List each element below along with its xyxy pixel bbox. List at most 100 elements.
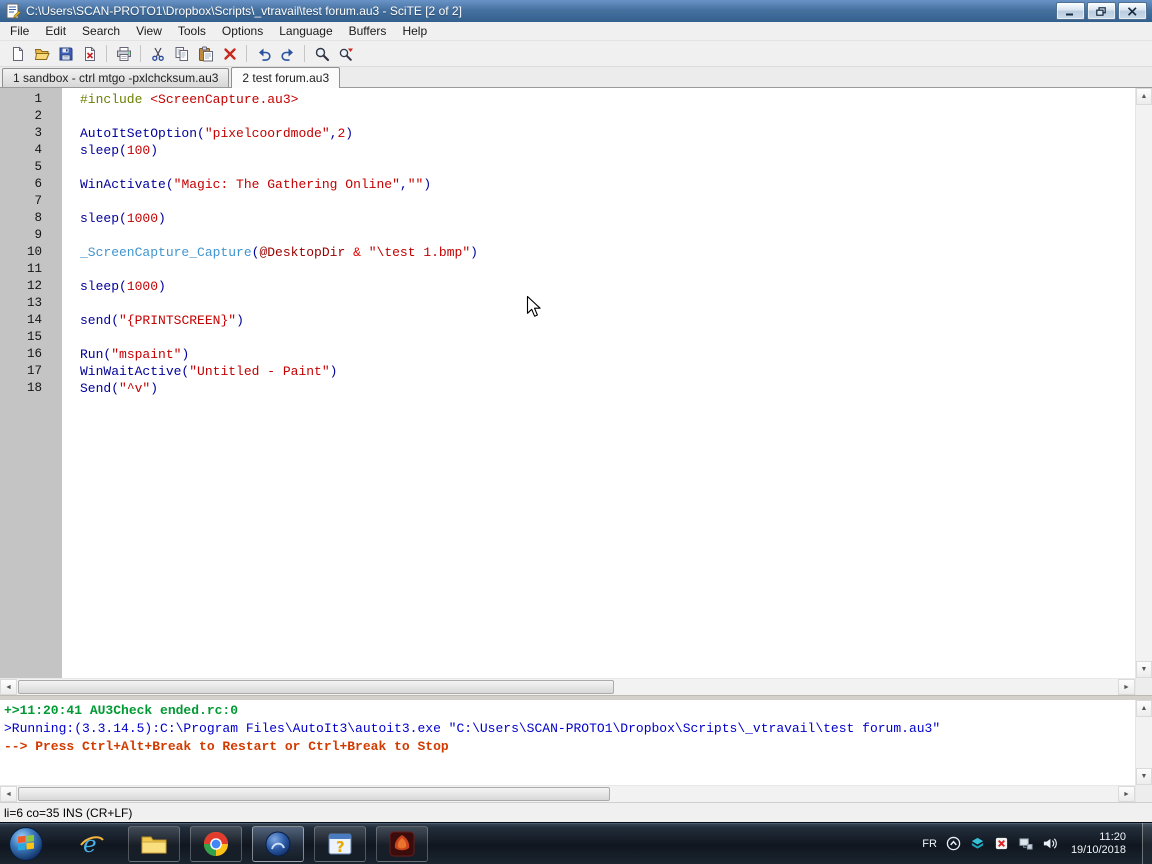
scroll-left-arrow-icon[interactable]: ◄ (0, 679, 17, 695)
toolbar-undo-button[interactable] (252, 43, 275, 65)
tab-2[interactable]: 2 test forum.au3 (231, 67, 340, 88)
close-file-icon (82, 46, 98, 62)
menu-file[interactable]: File (2, 22, 37, 40)
scrollbar-corner (1135, 678, 1152, 695)
show-hidden-icon[interactable] (946, 836, 961, 851)
line-number: 3 (0, 125, 42, 142)
volume-icon[interactable] (1042, 836, 1057, 851)
line-number: 5 (0, 159, 42, 176)
output-text[interactable]: +>11:20:41 AU3Check ended.rc:0>Running:(… (0, 700, 1135, 785)
taskbar-app-red-app[interactable] (376, 826, 428, 862)
save-icon (58, 46, 74, 62)
line-number: 11 (0, 261, 42, 278)
restore-button[interactable] (1087, 2, 1116, 20)
restore-icon (1096, 7, 1107, 16)
find-next-icon (338, 46, 354, 62)
cut-icon (150, 46, 166, 62)
tab-1[interactable]: 1 sandbox - ctrl mtgo -pxlchcksum.au3 (2, 68, 229, 87)
status-bar: li=6 co=35 INS (CR+LF) (0, 802, 1152, 822)
toolbar-separator (140, 45, 141, 62)
editor-hscroll-thumb[interactable] (18, 680, 614, 694)
red-app-icon (388, 830, 416, 858)
taskbar-app-internet-explorer[interactable]: e (66, 826, 118, 862)
tab-bar: 1 sandbox - ctrl mtgo -pxlchcksum.au32 t… (0, 67, 1152, 88)
line-number-gutter[interactable]: 123456789101112131415161718 (0, 88, 62, 678)
autoit-icon (264, 830, 292, 858)
scroll-down-arrow-icon[interactable]: ▼ (1136, 768, 1152, 785)
code-line: Run("mspaint") (80, 346, 1135, 363)
taskbar-app-autoit[interactable] (252, 826, 304, 862)
editor-hscroll-track[interactable]: ◄ ► (0, 678, 1135, 695)
chrome-icon (202, 830, 230, 858)
code-area[interactable]: #include <ScreenCapture.au3>AutoItSetOpt… (62, 88, 1135, 678)
taskbar-app-explorer[interactable] (128, 826, 180, 862)
undo-icon (256, 46, 272, 62)
explorer-icon (140, 830, 168, 858)
code-line: AutoItSetOption("pixelcoordmode",2) (80, 125, 1135, 142)
status-text: li=6 co=35 INS (CR+LF) (4, 806, 132, 820)
minimize-button[interactable] (1056, 2, 1085, 20)
output-hscroll-thumb[interactable] (18, 787, 610, 801)
network-icon[interactable] (1018, 836, 1033, 851)
menu-edit[interactable]: Edit (37, 22, 74, 40)
code-line: WinActivate("Magic: The Gathering Online… (80, 176, 1135, 193)
line-number: 12 (0, 278, 42, 295)
toolbar-open-button[interactable] (30, 43, 53, 65)
toolbar-print-button[interactable] (112, 43, 135, 65)
taskbar-app-help[interactable]: ? (314, 826, 366, 862)
toolbar-new-button[interactable] (6, 43, 29, 65)
toolbar-paste-button[interactable] (194, 43, 217, 65)
toolbar-cut-button[interactable] (146, 43, 169, 65)
menu-buffers[interactable]: Buffers (341, 22, 395, 40)
editor-vscrollbar[interactable]: ▲ ▼ (1135, 88, 1152, 678)
scroll-up-arrow-icon[interactable]: ▲ (1136, 88, 1152, 105)
toolbar-find-next-button[interactable] (334, 43, 357, 65)
taskbar: e? FR 11:20 19/10/2018 (0, 822, 1152, 864)
caption-buttons (1056, 2, 1152, 20)
clock-date: 19/10/2018 (1071, 844, 1126, 857)
language-indicator[interactable]: FR (922, 838, 937, 850)
title-bar[interactable]: C:\Users\SCAN-PROTO1\Dropbox\Scripts\_vt… (0, 0, 1152, 22)
taskbar-app-chrome[interactable] (190, 826, 242, 862)
toolbar-redo-button[interactable] (276, 43, 299, 65)
output-vscrollbar[interactable]: ▲ ▼ (1135, 700, 1152, 785)
start-button[interactable] (8, 826, 44, 862)
help-icon: ? (326, 830, 354, 858)
menu-bar: FileEditSearchViewToolsOptionsLanguageBu… (0, 22, 1152, 41)
code-line (80, 108, 1135, 125)
toolbar-save-button[interactable] (54, 43, 77, 65)
toolbar-close-file-button[interactable] (78, 43, 101, 65)
sync-icon[interactable] (970, 836, 985, 851)
line-number: 16 (0, 346, 42, 363)
menu-options[interactable]: Options (214, 22, 271, 40)
scroll-up-arrow-icon[interactable]: ▲ (1136, 700, 1152, 717)
output-line: --> Press Ctrl+Alt+Break to Restart or C… (4, 738, 1135, 756)
clock-time: 11:20 (1071, 831, 1126, 844)
toolbar-find-button[interactable] (310, 43, 333, 65)
taskbar-apps: e? (66, 826, 428, 862)
show-desktop-button[interactable] (1142, 823, 1152, 864)
toolbar-copy-button[interactable] (170, 43, 193, 65)
menu-help[interactable]: Help (394, 22, 435, 40)
output-hscroll-track[interactable]: ◄ ► (0, 785, 1135, 802)
desktop: C:\Users\SCAN-PROTO1\Dropbox\Scripts\_vt… (0, 0, 1152, 864)
toolbar-delete-button[interactable] (218, 43, 241, 65)
code-line: _ScreenCapture_Capture(@DesktopDir & "\t… (80, 244, 1135, 261)
scroll-left-arrow-icon[interactable]: ◄ (0, 786, 17, 802)
line-number: 6 (0, 176, 42, 193)
close-button[interactable] (1118, 2, 1147, 20)
scroll-right-arrow-icon[interactable]: ► (1118, 786, 1135, 802)
menu-view[interactable]: View (128, 22, 170, 40)
menu-language[interactable]: Language (271, 22, 340, 40)
menu-tools[interactable]: Tools (170, 22, 214, 40)
scroll-right-arrow-icon[interactable]: ► (1118, 679, 1135, 695)
alert-icon[interactable] (994, 836, 1009, 851)
tray-icons (946, 836, 1057, 851)
window-title: C:\Users\SCAN-PROTO1\Dropbox\Scripts\_vt… (26, 4, 462, 18)
delete-icon (222, 46, 238, 62)
copy-icon (174, 46, 190, 62)
scroll-down-arrow-icon[interactable]: ▼ (1136, 661, 1152, 678)
taskbar-clock[interactable]: 11:20 19/10/2018 (1071, 831, 1126, 857)
menu-search[interactable]: Search (74, 22, 128, 40)
code-line: WinWaitActive("Untitled - Paint") (80, 363, 1135, 380)
